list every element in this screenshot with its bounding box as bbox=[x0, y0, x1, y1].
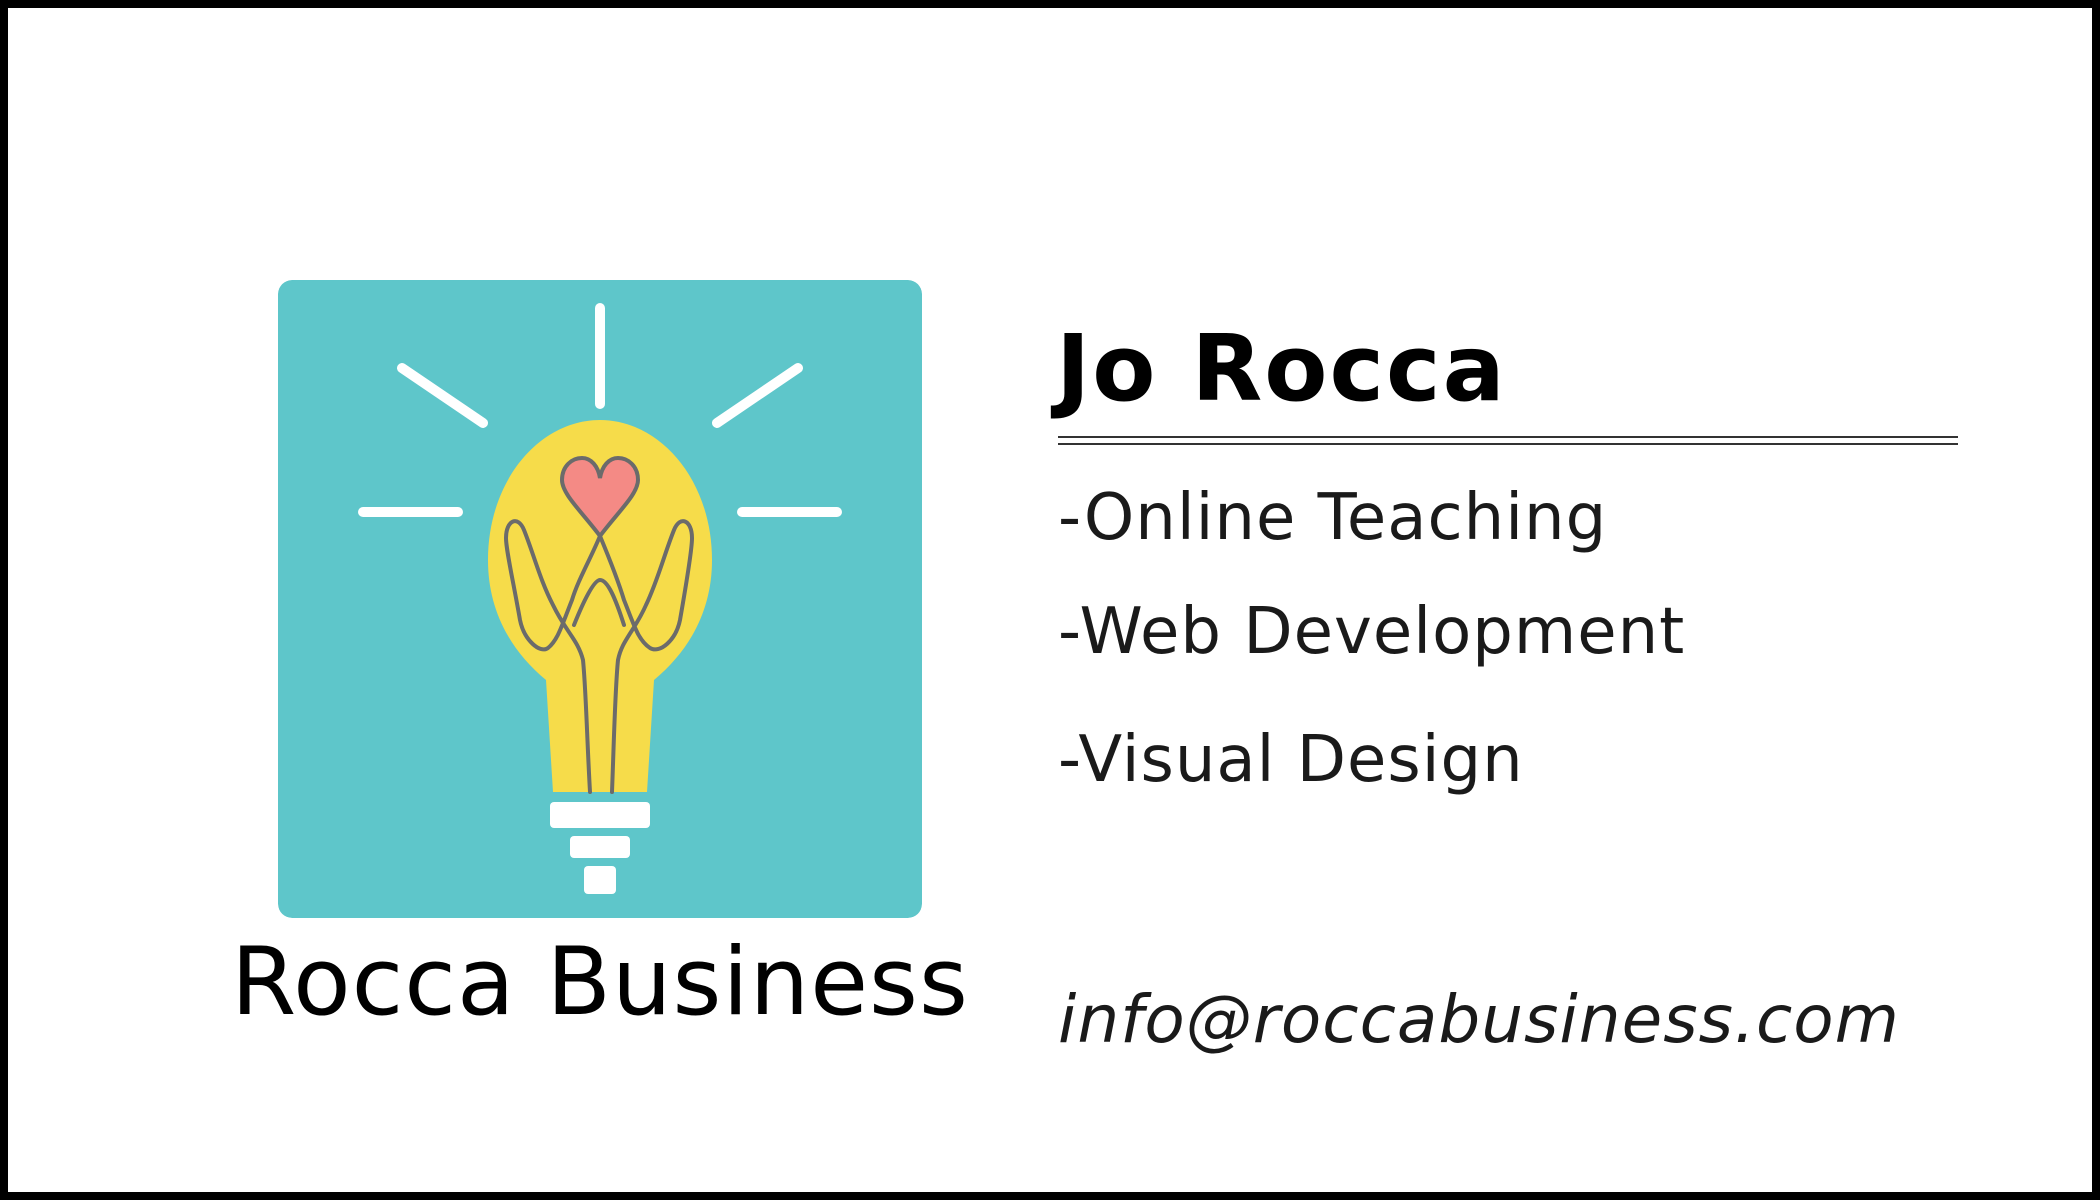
person-name: Jo Rocca bbox=[1056, 315, 1507, 422]
company-name: Rocca Business bbox=[231, 928, 969, 1037]
business-card: Rocca Business Jo Rocca -Online Teaching… bbox=[0, 0, 2100, 1200]
logo bbox=[278, 280, 922, 918]
lightbulb-heart-icon bbox=[278, 280, 922, 918]
service-item-web-development: -Web Development bbox=[1058, 595, 1686, 669]
service-item-online-teaching: -Online Teaching bbox=[1058, 481, 1608, 555]
email-address: info@roccabusiness.com bbox=[1058, 981, 1900, 1058]
service-item-visual-design: -Visual Design bbox=[1058, 723, 1524, 797]
double-divider bbox=[1058, 436, 1958, 445]
